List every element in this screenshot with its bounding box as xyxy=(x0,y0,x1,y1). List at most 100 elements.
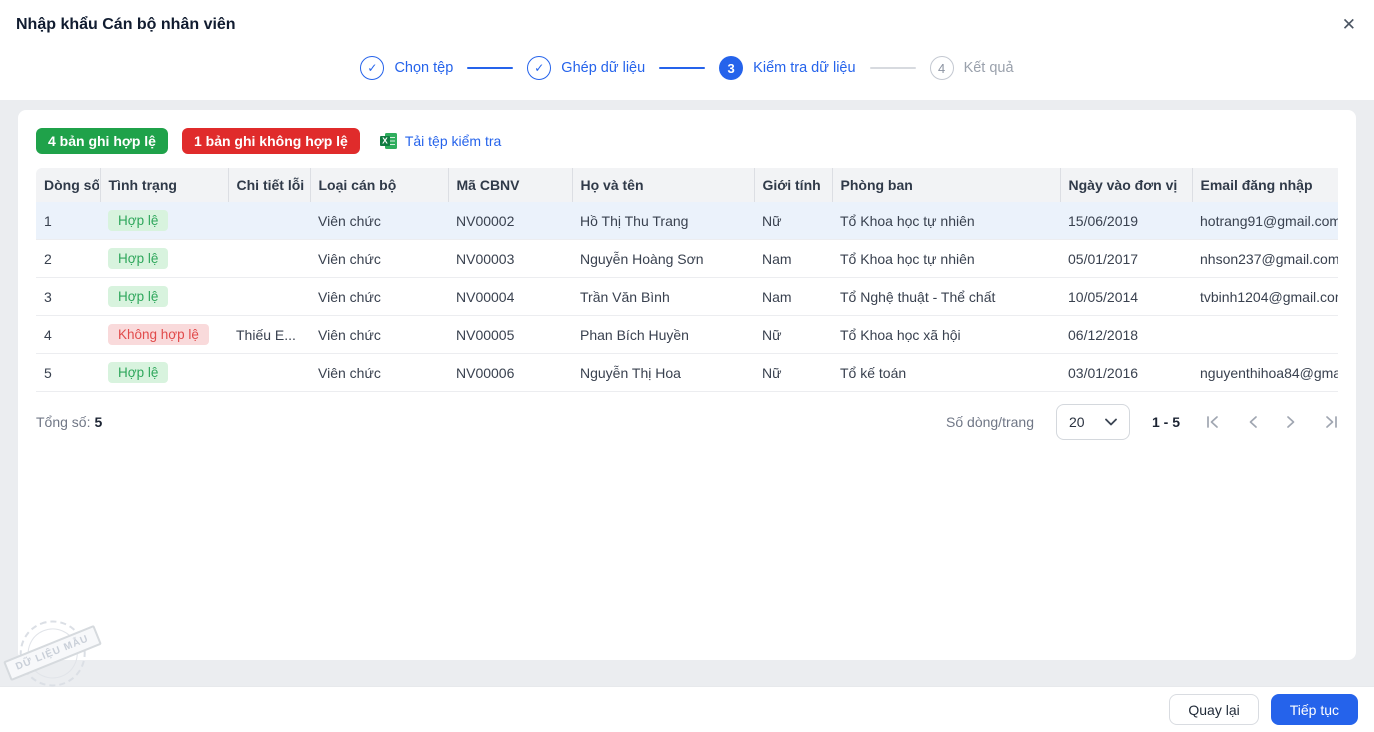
cell-email: nguyenthihoa84@gmail.com xyxy=(1192,353,1338,392)
cell-row-no: 5 xyxy=(36,353,100,392)
status-badge: Hợp lệ xyxy=(108,248,169,269)
cell-gender: Nam xyxy=(754,239,832,278)
cell-error xyxy=(228,239,310,278)
cell-department: Tổ Khoa học tự nhiên xyxy=(832,202,1060,240)
invalid-records-badge: 1 bản ghi không hợp lệ xyxy=(181,128,360,154)
prev-page-icon[interactable] xyxy=(1247,415,1259,429)
close-icon[interactable]: ✕ xyxy=(1342,16,1356,33)
last-page-icon[interactable] xyxy=(1323,415,1338,429)
valid-records-badge: 4 bản ghi hợp lệ xyxy=(36,128,168,154)
cell-staff-type: Viên chức xyxy=(310,277,448,316)
step-label: Ghép dữ liệu xyxy=(561,60,646,76)
cell-gender: Nữ xyxy=(754,202,832,240)
col-header-row-no: Dòng số xyxy=(36,168,101,202)
pagination-nav xyxy=(1206,415,1338,429)
per-page-value: 20 xyxy=(1068,414,1085,430)
col-header-gender: Giới tính xyxy=(754,168,833,202)
table-row[interactable]: 5 Hợp lệ Viên chức NV00006 Nguyễn Thị Ho… xyxy=(36,353,1338,392)
cell-department: Tổ kế toán xyxy=(832,353,1060,392)
stepper: ✓ Chọn tệp ✓ Ghép dữ liệu 3 Kiểm tra dữ … xyxy=(16,56,1358,80)
cell-staff-type: Viên chức xyxy=(310,315,448,354)
status-badge: Hợp lệ xyxy=(108,286,169,307)
table-header-row: Dòng số Tình trạng Chi tiết lỗi Loại cán… xyxy=(36,168,1338,202)
step-map-data[interactable]: ✓ Ghép dữ liệu xyxy=(527,56,645,80)
col-header-name: Họ và tên xyxy=(572,168,755,202)
first-page-icon[interactable] xyxy=(1206,415,1221,429)
import-staff-modal: Nhập khẩu Cán bộ nhân viên ✕ ✓ Chọn tệp … xyxy=(0,0,1374,732)
cell-code: NV00003 xyxy=(448,239,572,278)
step-label: Kiểm tra dữ liệu xyxy=(753,60,856,76)
cell-join-date: 05/01/2017 xyxy=(1060,239,1192,278)
back-button[interactable]: Quay lại xyxy=(1169,694,1259,725)
records-table: Dòng số Tình trạng Chi tiết lỗi Loại cán… xyxy=(36,168,1338,392)
cell-row-no: 3 xyxy=(36,277,100,316)
cell-staff-type: Viên chức xyxy=(310,239,448,278)
status-badge: Hợp lệ xyxy=(108,362,169,383)
per-page-select[interactable]: 20 xyxy=(1055,404,1130,440)
table-row[interactable]: 1 Hợp lệ Viên chức NV00002 Hồ Thị Thu Tr… xyxy=(36,202,1338,240)
col-header-code: Mã CBNV xyxy=(448,168,573,202)
status-badge: Không hợp lệ xyxy=(108,324,209,345)
cell-status: Hợp lệ xyxy=(100,239,228,278)
cell-email: hotrang91@gmail.com xyxy=(1192,202,1338,240)
step-connector xyxy=(869,67,916,69)
next-page-icon[interactable] xyxy=(1285,415,1297,429)
pagination-bar: Tổng số: 5 Số dòng/trang 20 1 - 5 xyxy=(36,404,1338,440)
per-page-label: Số dòng/trang xyxy=(946,414,1034,430)
step-check-data[interactable]: 3 Kiểm tra dữ liệu xyxy=(719,56,856,80)
step-number: 4 xyxy=(929,56,954,80)
cell-status: Hợp lệ xyxy=(100,202,228,240)
cell-gender: Nữ xyxy=(754,353,832,392)
cell-staff-type: Viên chức xyxy=(310,202,448,240)
step-label: Chọn tệp xyxy=(394,60,454,76)
continue-button[interactable]: Tiếp tục xyxy=(1270,694,1358,725)
table-row[interactable]: 4 Không hợp lệ Thiếu E... Viên chức NV00… xyxy=(36,315,1338,354)
page-range: 1 - 5 xyxy=(1151,414,1180,430)
cell-status: Hợp lệ xyxy=(100,353,228,392)
cell-join-date: 15/06/2019 xyxy=(1060,202,1192,240)
cell-row-no: 4 xyxy=(36,315,100,354)
cell-error: Thiếu E... xyxy=(228,315,310,354)
step-number: 3 xyxy=(719,56,744,80)
status-badge: Hợp lệ xyxy=(108,210,169,231)
cell-join-date: 03/01/2016 xyxy=(1060,353,1192,392)
step-connector xyxy=(467,67,514,69)
col-header-error: Chi tiết lỗi xyxy=(228,168,311,202)
download-link-label: Tải tệp kiểm tra xyxy=(404,133,502,149)
cell-name: Nguyễn Thị Hoa xyxy=(572,353,754,392)
excel-icon: X xyxy=(379,133,397,149)
table-row[interactable]: 3 Hợp lệ Viên chức NV00004 Trần Văn Bình… xyxy=(36,277,1338,316)
step-check-icon: ✓ xyxy=(527,56,552,80)
modal-header: Nhập khẩu Cán bộ nhân viên ✕ ✓ Chọn tệp … xyxy=(0,0,1374,100)
cell-error xyxy=(228,353,310,392)
cell-department: Tổ Nghệ thuật - Thể chất xyxy=(832,277,1060,316)
cell-code: NV00002 xyxy=(448,202,572,240)
total-value: 5 xyxy=(94,414,103,430)
cell-error xyxy=(228,202,310,240)
step-choose-file[interactable]: ✓ Chọn tệp xyxy=(360,56,453,80)
total-count: Tổng số: 5 xyxy=(36,414,102,430)
modal-body: 4 bản ghi hợp lệ 1 bản ghi không hợp lệ … xyxy=(0,100,1374,697)
cell-code: NV00006 xyxy=(448,353,572,392)
cell-name: Phan Bích Huyền xyxy=(572,315,754,354)
cell-status: Không hợp lệ xyxy=(100,315,228,354)
cell-code: NV00005 xyxy=(448,315,572,354)
cell-gender: Nam xyxy=(754,277,832,316)
cell-name: Nguyễn Hoàng Sơn xyxy=(572,239,754,278)
cell-join-date: 10/05/2014 xyxy=(1060,277,1192,316)
modal-footer: Quay lại Tiếp tục xyxy=(0,686,1374,732)
table-row[interactable]: 2 Hợp lệ Viên chức NV00003 Nguyễn Hoàng … xyxy=(36,239,1338,278)
col-header-staff-type: Loại cán bộ xyxy=(310,168,449,202)
summary-row: 4 bản ghi hợp lệ 1 bản ghi không hợp lệ … xyxy=(36,128,1338,154)
col-header-join-date: Ngày vào đơn vị xyxy=(1060,168,1193,202)
step-connector xyxy=(659,67,706,69)
records-table-wrap: Dòng số Tình trạng Chi tiết lỗi Loại cán… xyxy=(36,168,1338,392)
cell-name: Hồ Thị Thu Trang xyxy=(572,202,754,240)
cell-code: NV00004 xyxy=(448,277,572,316)
download-check-file-link[interactable]: X Tải tệp kiểm tra xyxy=(379,132,502,150)
step-result[interactable]: 4 Kết quả xyxy=(929,56,1014,80)
cell-department: Tổ Khoa học tự nhiên xyxy=(832,239,1060,278)
cell-join-date: 06/12/2018 xyxy=(1060,315,1192,354)
step-label: Kết quả xyxy=(963,60,1014,76)
cell-name: Trần Văn Bình xyxy=(572,277,754,316)
